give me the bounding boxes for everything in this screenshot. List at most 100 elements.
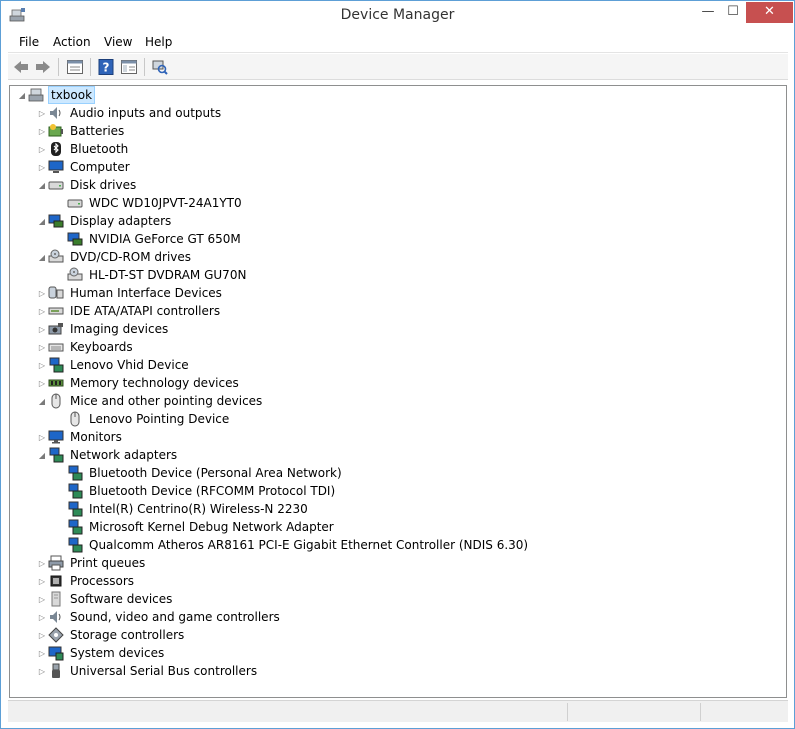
show-hide-console-icon[interactable] [119, 57, 139, 77]
device-tree[interactable]: ◢ txbook ▷ Audio inputs and outputs ▷ Batte… [9, 85, 787, 698]
tree-category-label[interactable]: Computer [68, 159, 132, 175]
tree-category[interactable]: ▷ Software devices [36, 590, 174, 608]
tree-device[interactable]: Lenovo Pointing Device [67, 410, 231, 428]
tree-category-label[interactable]: Storage controllers [68, 627, 186, 643]
tree-device-label[interactable]: Microsoft Kernel Debug Network Adapter [87, 519, 336, 535]
tree-category-label[interactable]: Processors [68, 573, 136, 589]
tree-category[interactable]: ▷ System devices [36, 644, 166, 662]
tree-category[interactable]: ▷ Bluetooth [36, 140, 130, 158]
tree-category-label[interactable]: Disk drives [68, 177, 138, 193]
tree-device-label[interactable]: Bluetooth Device (RFCOMM Protocol TDI) [87, 483, 337, 499]
expand-arrow-icon[interactable]: ▷ [36, 577, 48, 586]
tree-root[interactable]: ◢ txbook [16, 86, 96, 104]
tree-category-label[interactable]: Bluetooth [68, 141, 130, 157]
expand-arrow-icon[interactable]: ▷ [36, 433, 48, 442]
root-computer-name[interactable]: txbook [48, 86, 96, 104]
collapse-arrow-icon[interactable]: ◢ [36, 217, 48, 226]
tree-category[interactable]: ▷ Imaging devices [36, 320, 170, 338]
tree-category-label[interactable]: Software devices [68, 591, 174, 607]
tree-category[interactable]: ▷ Lenovo Vhid Device [36, 356, 191, 374]
tree-category-label[interactable]: Network adapters [68, 447, 179, 463]
title-bar[interactable]: Device Manager — ☐ ✕ [1, 1, 794, 31]
tree-device[interactable]: Intel(R) Centrino(R) Wireless-N 2230 [67, 500, 310, 518]
tree-category-label[interactable]: IDE ATA/ATAPI controllers [68, 303, 222, 319]
tree-category-label[interactable]: DVD/CD-ROM drives [68, 249, 193, 265]
tree-category-label[interactable]: Lenovo Vhid Device [68, 357, 191, 373]
menu-action[interactable]: Action [53, 35, 91, 49]
tree-device[interactable]: WDC WD10JPVT-24A1YT0 [67, 194, 244, 212]
collapse-arrow-icon[interactable]: ◢ [36, 451, 48, 460]
tree-device-label[interactable]: Qualcomm Atheros AR8161 PCI-E Gigabit Et… [87, 537, 530, 553]
tree-category[interactable]: ▷ Sound, video and game controllers [36, 608, 282, 626]
tree-category[interactable]: ▷ Audio inputs and outputs [36, 104, 223, 122]
collapse-arrow-icon[interactable]: ◢ [36, 397, 48, 406]
expand-arrow-icon[interactable]: ▷ [36, 613, 48, 622]
expand-arrow-icon[interactable]: ▷ [36, 163, 48, 172]
tree-category[interactable]: ▷ Storage controllers [36, 626, 186, 644]
menu-file[interactable]: File [19, 35, 39, 49]
properties-icon[interactable] [65, 57, 85, 77]
expand-arrow-icon[interactable]: ▷ [36, 595, 48, 604]
forward-arrow-icon[interactable] [33, 57, 53, 77]
expand-arrow-icon[interactable]: ▷ [36, 289, 48, 298]
tree-category-label[interactable]: Keyboards [68, 339, 135, 355]
tree-category[interactable]: ▷ Computer [36, 158, 132, 176]
tree-category-label[interactable]: Human Interface Devices [68, 285, 224, 301]
tree-category[interactable]: ▷ Print queues [36, 554, 147, 572]
tree-category-label[interactable]: Sound, video and game controllers [68, 609, 282, 625]
collapse-arrow-icon[interactable]: ◢ [36, 253, 48, 262]
tree-device-label[interactable]: Bluetooth Device (Personal Area Network) [87, 465, 344, 481]
tree-device-label[interactable]: NVIDIA GeForce GT 650M [87, 231, 243, 247]
tree-category-label[interactable]: Display adapters [68, 213, 173, 229]
tree-device-label[interactable]: Intel(R) Centrino(R) Wireless-N 2230 [87, 501, 310, 517]
expand-arrow-icon[interactable]: ▷ [36, 343, 48, 352]
tree-category[interactable]: ▷ Batteries [36, 122, 126, 140]
tree-category-label[interactable]: Imaging devices [68, 321, 170, 337]
expand-arrow-icon[interactable]: ▷ [36, 307, 48, 316]
tree-category[interactable]: ▷ IDE ATA/ATAPI controllers [36, 302, 222, 320]
expand-arrow-icon[interactable]: ▷ [36, 145, 48, 154]
tree-category[interactable]: ◢ Network adapters [36, 446, 179, 464]
tree-device-label[interactable]: WDC WD10JPVT-24A1YT0 [87, 195, 244, 211]
expand-arrow-icon[interactable]: ▷ [36, 379, 48, 388]
tree-category[interactable]: ▷ Processors [36, 572, 136, 590]
expand-arrow-icon[interactable]: ▷ [36, 127, 48, 136]
expand-arrow-icon[interactable]: ▷ [36, 109, 48, 118]
back-arrow-icon[interactable] [11, 57, 31, 77]
tree-category[interactable]: ▷ Monitors [36, 428, 124, 446]
menu-view[interactable]: View [104, 35, 132, 49]
tree-device-label[interactable]: Lenovo Pointing Device [87, 411, 231, 427]
tree-category[interactable]: ▷ Memory technology devices [36, 374, 241, 392]
expand-arrow-icon[interactable]: ▷ [36, 559, 48, 568]
tree-device[interactable]: Bluetooth Device (Personal Area Network) [67, 464, 344, 482]
tree-device[interactable]: Qualcomm Atheros AR8161 PCI-E Gigabit Et… [67, 536, 530, 554]
collapse-arrow-icon[interactable]: ◢ [36, 181, 48, 190]
tree-category[interactable]: ◢ Disk drives [36, 176, 138, 194]
tree-device[interactable]: Bluetooth Device (RFCOMM Protocol TDI) [67, 482, 337, 500]
help-icon[interactable]: ? [96, 57, 116, 77]
expand-arrow-icon[interactable]: ▷ [36, 361, 48, 370]
tree-category[interactable]: ▷ Universal Serial Bus controllers [36, 662, 259, 680]
menu-help[interactable]: Help [145, 35, 172, 49]
tree-category[interactable]: ◢ Mice and other pointing devices [36, 392, 264, 410]
tree-device[interactable]: Microsoft Kernel Debug Network Adapter [67, 518, 336, 536]
tree-category-label[interactable]: Monitors [68, 429, 124, 445]
minimize-button[interactable]: — [695, 2, 721, 23]
expand-arrow-icon[interactable]: ▷ [36, 667, 48, 676]
tree-category-label[interactable]: Batteries [68, 123, 126, 139]
collapse-arrow-icon[interactable]: ◢ [16, 91, 28, 100]
tree-category-label[interactable]: Memory technology devices [68, 375, 241, 391]
expand-arrow-icon[interactable]: ▷ [36, 631, 48, 640]
tree-category-label[interactable]: System devices [68, 645, 166, 661]
tree-category-label[interactable]: Universal Serial Bus controllers [68, 663, 259, 679]
tree-device[interactable]: NVIDIA GeForce GT 650M [67, 230, 243, 248]
tree-category[interactable]: ▷ Keyboards [36, 338, 135, 356]
expand-arrow-icon[interactable]: ▷ [36, 649, 48, 658]
scan-hardware-icon[interactable] [150, 57, 170, 77]
tree-category[interactable]: ◢ Display adapters [36, 212, 173, 230]
tree-device[interactable]: HL-DT-ST DVDRAM GU70N [67, 266, 248, 284]
tree-category[interactable]: ◢ DVD/CD-ROM drives [36, 248, 193, 266]
maximize-button[interactable]: ☐ [721, 2, 745, 23]
expand-arrow-icon[interactable]: ▷ [36, 325, 48, 334]
tree-category-label[interactable]: Audio inputs and outputs [68, 105, 223, 121]
